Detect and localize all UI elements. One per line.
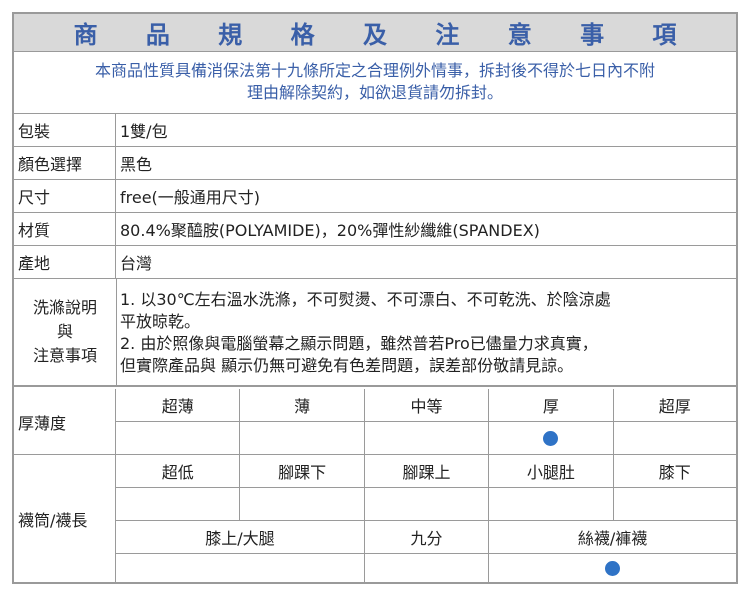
length-option-label: 九分 <box>364 521 490 554</box>
care-label: 洗滌說明 與 注意事項 <box>14 279 117 385</box>
length-option-label: 膝上/大腿 <box>116 521 365 554</box>
length-marker-cell <box>613 488 736 521</box>
spec-label: 尺寸 <box>14 180 116 212</box>
page-title: 商 品 規 格 及 注 意 事 項 <box>73 21 697 49</box>
notice-line-1: 本商品性質具備消保法第十九條所定之合理例外情事，拆封後不得於七日內不附 <box>94 61 655 80</box>
return-policy-notice: 本商品性質具備消保法第十九條所定之合理例外情事，拆封後不得於七日內不附 理由解除… <box>14 52 736 114</box>
length-marker-cell <box>489 488 614 521</box>
spec-value: free(一般通用尺寸) <box>120 188 261 207</box>
length-marker-cell <box>240 488 365 521</box>
length-marker-cell <box>365 554 490 582</box>
care-text: 1. 以30℃左右溫水洗滌，不可熨燙、不可漂白、不可乾洗、於陰涼處 平放晾乾。 … <box>116 289 736 377</box>
length-label: 襪筒/襪長 <box>14 455 116 582</box>
thickness-marker-cell <box>116 422 241 455</box>
spec-row-size: 尺寸 free(一般通用尺寸) <box>14 180 736 213</box>
care-label-line-3: 注意事項 <box>32 346 97 365</box>
thickness-marker-cell <box>365 422 490 455</box>
care-item-2-line-2: 但實際產品與 顯示仍無可避免有色差問題，誤差部份敬請見諒。 <box>120 356 574 375</box>
care-label-line-2: 與 <box>56 322 73 341</box>
length-marker-cell <box>489 554 736 582</box>
thickness-marker-cell <box>614 422 736 455</box>
length-option-label: 小腿肚 <box>489 455 614 488</box>
notice-line-2: 理由解除契約，如欲退貨請勿拆封。 <box>246 83 503 102</box>
thickness-section: 厚薄度 超薄薄中等厚超厚 <box>14 389 736 455</box>
thickness-label: 厚薄度 <box>14 389 116 454</box>
care-item-2-line-1: 2. 由於照像與電腦螢幕之顯示問題，雖然普若Pro已儘量力求真實， <box>120 334 598 353</box>
length-option-label: 膝下 <box>613 455 736 488</box>
thickness-option-label: 中等 <box>364 389 490 422</box>
title-bar: 商 品 規 格 及 注 意 事 項 <box>14 14 736 52</box>
spec-label: 材質 <box>14 213 116 245</box>
length-option-label: 腳踝上 <box>364 455 490 488</box>
thickness-option-label: 超薄 <box>116 389 241 422</box>
length-marker-cell <box>116 554 365 582</box>
spec-row-material: 材質 80.4%聚醯胺(POLYAMIDE)，20%彈性紗纖維(SPANDEX) <box>14 213 736 246</box>
care-label-line-1: 洗滌說明 <box>32 298 97 317</box>
spec-value: 黑色 <box>120 155 153 174</box>
spec-row-color: 顏色選擇 黑色 <box>14 147 736 180</box>
spec-sheet: 商 品 規 格 及 注 意 事 項 本商品性質具備消保法第十九條所定之合理例外情… <box>12 12 738 584</box>
spec-row-origin: 產地 台灣 <box>14 246 736 279</box>
thickness-marker-cell <box>489 422 614 455</box>
length-marker-cell <box>364 488 490 521</box>
spec-row-packaging: 包裝 1雙/包 <box>14 114 736 147</box>
spec-label: 產地 <box>14 246 116 278</box>
length-option-label: 絲襪/褲襪 <box>489 521 736 554</box>
thickness-option-label: 薄 <box>240 389 365 422</box>
selected-dot-icon <box>543 431 559 446</box>
care-item-1-line-1: 1. 以30℃左右溫水洗滌，不可熨燙、不可漂白、不可乾洗、於陰涼處 <box>120 290 611 309</box>
spec-label: 包裝 <box>14 114 116 146</box>
spec-value: 1雙/包 <box>120 122 168 141</box>
selected-dot-icon <box>605 560 621 576</box>
thickness-marker-cell <box>240 422 365 455</box>
spec-value: 80.4%聚醯胺(POLYAMIDE)，20%彈性紗纖維(SPANDEX) <box>120 221 540 240</box>
length-option-label: 超低 <box>116 455 241 488</box>
length-section: 襪筒/襪長 超低 腳踝下 腳踝上 小腿肚 膝下膝上/大腿 九分 絲襪/褲襪 <box>14 455 736 582</box>
thickness-option-label: 厚 <box>489 389 614 422</box>
thickness-option-label: 超厚 <box>613 389 736 422</box>
care-instructions-row: 洗滌說明 與 注意事項 1. 以30℃左右溫水洗滌，不可熨燙、不可漂白、不可乾洗… <box>14 279 736 387</box>
spec-label: 顏色選擇 <box>14 147 116 179</box>
care-item-1-line-2: 平放晾乾。 <box>120 312 201 331</box>
length-marker-cell <box>116 488 241 521</box>
length-option-label: 腳踝下 <box>240 455 365 488</box>
spec-value: 台灣 <box>120 254 153 273</box>
